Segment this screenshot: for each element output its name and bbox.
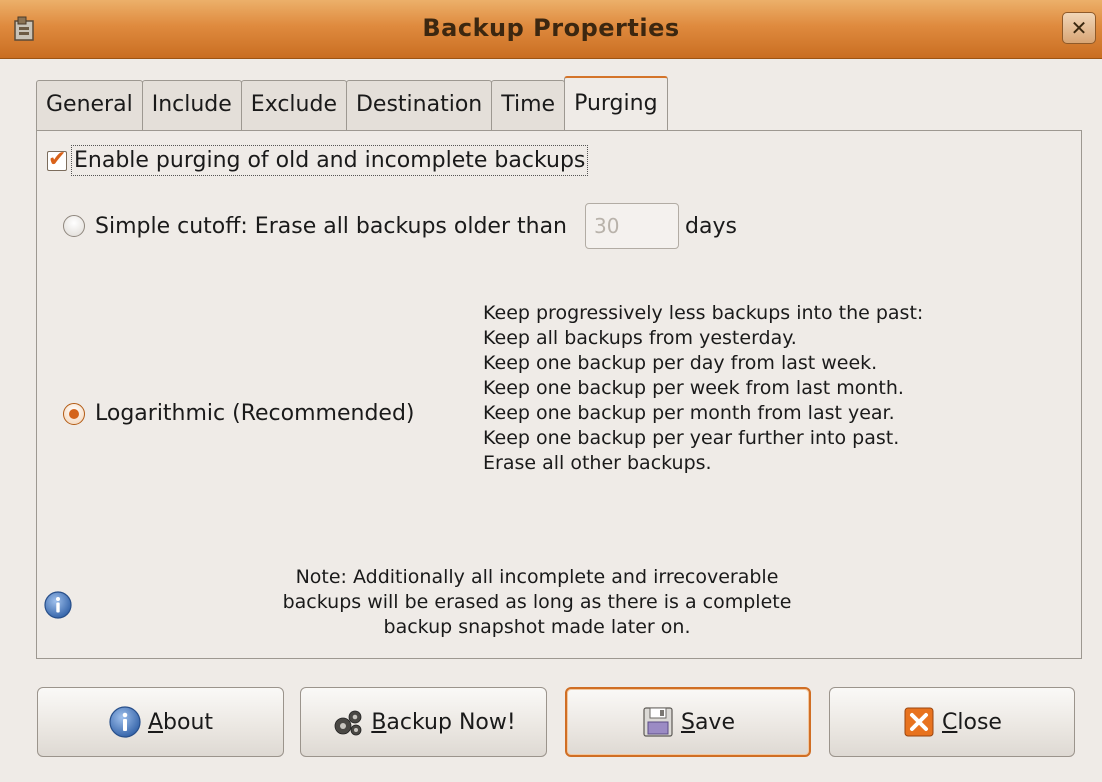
logarithmic-description: Keep progressively less backups into the… xyxy=(483,301,923,476)
tab-destination[interactable]: Destination xyxy=(345,80,493,130)
enable-purging-checkbox[interactable]: ✔ xyxy=(47,146,67,172)
enable-purging-label[interactable]: Enable purging of old and incomplete bac… xyxy=(71,145,589,176)
simple-cutoff-radio[interactable] xyxy=(63,215,85,237)
days-unit-label: days xyxy=(685,213,737,239)
title-bar[interactable]: Backup Properties ✕ xyxy=(0,0,1102,59)
purging-panel: ✔ Enable purging of old and incomplete b… xyxy=(36,130,1082,659)
logarithmic-radio[interactable] xyxy=(63,402,85,425)
about-button[interactable]: About xyxy=(37,687,284,757)
tab-bar: General Include Exclude Destination Time… xyxy=(36,76,668,130)
enable-purging-row[interactable]: ✔ Enable purging of old and incomplete b… xyxy=(47,145,589,176)
close-icon: ✕ xyxy=(1070,16,1088,40)
tab-include[interactable]: Include xyxy=(141,80,242,130)
tab-time[interactable]: Time xyxy=(491,80,566,130)
gears-icon xyxy=(334,710,362,736)
close-label: Close xyxy=(942,709,1002,735)
backup-now-button[interactable]: Backup Now! xyxy=(300,687,547,757)
tab-purging[interactable]: Purging xyxy=(564,76,668,130)
info-icon xyxy=(44,591,72,619)
logarithmic-row: Logarithmic (Recommended) xyxy=(63,401,415,426)
simple-cutoff-label[interactable]: Simple cutoff: Erase all backups older t… xyxy=(95,214,567,239)
about-label: About xyxy=(147,709,214,735)
purge-note: Note: Additionally all incomplete and ir… xyxy=(187,565,887,640)
description-line: Keep one backup per week from last month… xyxy=(483,377,904,399)
tab-exclude[interactable]: Exclude xyxy=(240,80,347,130)
note-line: backup snapshot made later on. xyxy=(383,616,691,638)
description-line: Keep one backup per month from last year… xyxy=(483,402,895,424)
close-icon xyxy=(904,707,934,737)
description-line: Keep all backups from yesterday. xyxy=(483,327,797,349)
info-icon xyxy=(109,706,141,738)
description-line: Erase all other backups. xyxy=(483,452,712,474)
logarithmic-label[interactable]: Logarithmic (Recommended) xyxy=(95,401,415,426)
window-title: Backup Properties xyxy=(422,14,680,42)
floppy-disk-icon xyxy=(643,707,673,737)
description-line: Keep progressively less backups into the… xyxy=(483,302,924,324)
window-close-button[interactable]: ✕ xyxy=(1062,12,1096,44)
note-line: Note: Additionally all incomplete and ir… xyxy=(295,566,779,588)
checkmark-icon: ✔ xyxy=(48,146,67,172)
tab-general[interactable]: General xyxy=(36,80,143,130)
save-button[interactable]: Save xyxy=(565,687,811,757)
description-line: Keep one backup per year further into pa… xyxy=(483,427,900,449)
close-button[interactable]: Close xyxy=(829,687,1075,757)
days-spinbutton[interactable]: 30 xyxy=(585,203,679,249)
save-label: Save xyxy=(680,709,735,735)
description-line: Keep one backup per day from last week. xyxy=(483,352,878,374)
simple-cutoff-row: Simple cutoff: Erase all backups older t… xyxy=(63,203,737,249)
note-line: backups will be erased as long as there … xyxy=(282,591,792,613)
backup-now-label: Backup Now! xyxy=(371,709,516,735)
backup-properties-window: Backup Properties ✕ General Include Excl… xyxy=(0,0,1102,782)
